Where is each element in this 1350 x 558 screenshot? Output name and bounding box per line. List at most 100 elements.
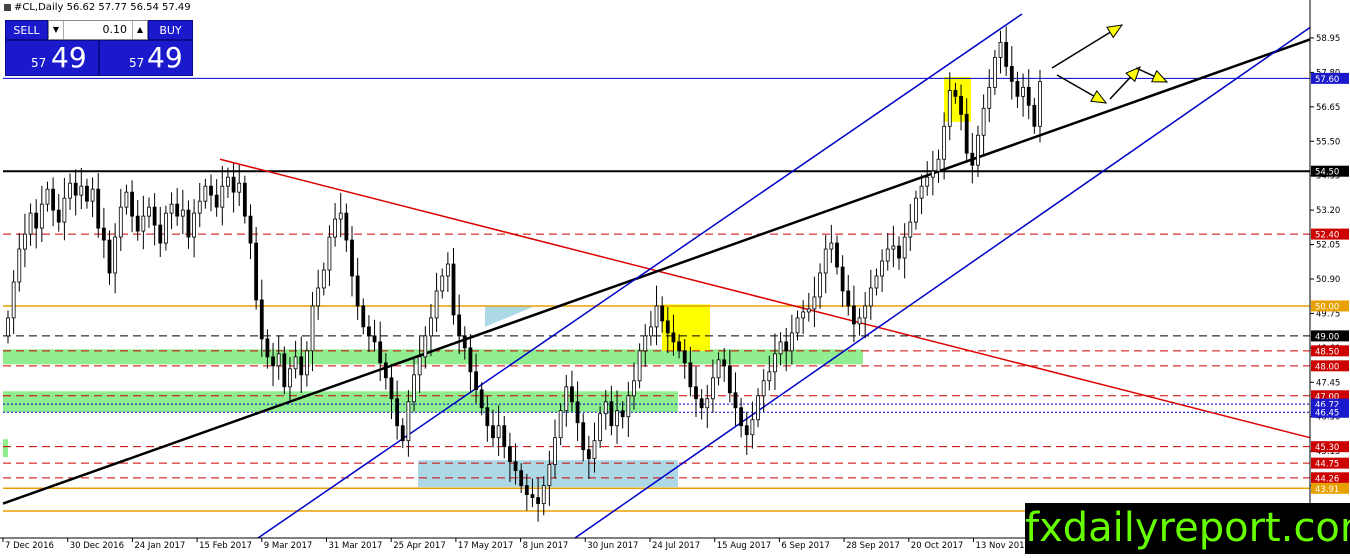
price-label-text: 50.00 [1315,302,1339,312]
candle-body-17 [101,227,106,241]
candle-body-4 [28,212,33,235]
candle-body-90 [513,461,518,472]
lot-size-value[interactable]: 0.10 [103,21,128,39]
candle-body-146 [829,242,834,250]
lot-decrease-icon[interactable]: ▼ [49,21,64,39]
y-tick-label: 53.20 [1316,206,1340,216]
price-label-text: 48.50 [1315,347,1339,357]
candle-body-180 [1021,86,1025,97]
x-tick-label: 30 Jun 2017 [587,541,638,551]
candle-body-115 [654,305,659,328]
chart-title-text: #CL,Daily 56.62 57.77 56.54 57.49 [14,2,191,13]
candle-body-144 [818,272,822,298]
candle-body-88 [502,425,507,448]
candle-body-136 [773,353,777,373]
candle-body-47 [271,356,275,367]
candle-body-177 [1004,42,1009,67]
candle-body-46 [265,338,270,358]
candle-body-65 [372,335,377,343]
candle-body-110 [626,395,631,418]
chart-icon [4,3,11,11]
chart-canvas[interactable]: 58.9557.8056.6555.5054.3553.2052.0550.90… [0,0,1350,554]
lot-size-field[interactable]: ▼ 0.10 ▲ [48,20,148,40]
candle-body-165 [936,158,941,172]
candle-body-133 [756,395,760,421]
candle-body-30 [175,203,180,217]
x-tick-label: 30 Dec 2016 [70,541,124,551]
y-tick-label: 56.65 [1316,103,1340,113]
candle-body-111 [632,380,636,397]
candle-body-22 [130,191,134,217]
candle-body-26 [152,206,157,226]
buy-price-display[interactable]: 57 49 [99,40,193,76]
candle-body-21 [124,191,129,208]
x-tick-label: 24 Jul 2017 [652,541,700,551]
candle-body-34 [197,200,202,214]
price-label-text: 45.30 [1315,443,1339,453]
x-tick-label: 15 Aug 2017 [717,541,771,551]
candle-body-5 [34,212,39,229]
candle-body-164 [930,170,935,178]
candle-body-98 [558,410,563,439]
price-label-text: 44.75 [1315,460,1339,470]
candle-body-159 [902,236,907,259]
price-label-text: 46.45 [1315,409,1339,419]
sell-price-display[interactable]: 57 49 [5,40,99,76]
candle-body-73 [417,356,422,376]
candle-body-10 [62,197,67,223]
candle-body-81 [462,335,467,349]
candle-body-44 [254,242,259,301]
sell-price-small: 57 [31,56,47,70]
candle-body-43 [248,215,253,244]
candle-body-158 [897,245,901,259]
candle-body-49 [282,353,287,388]
candle-body-50 [288,368,292,388]
candle-body-174 [987,86,992,109]
candle-body-129 [733,392,738,409]
y-tick-label: 47.45 [1316,378,1340,388]
candle-body-93 [530,494,535,498]
one-click-trading-panel: SELL ▼ 0.10 ▲ BUY 57 49 57 49 [5,20,193,76]
price-label-text: 52.40 [1315,231,1339,241]
candle-body-148 [840,266,845,292]
candle-body-150 [852,305,856,325]
candle-body-119 [677,341,681,352]
x-tick-label: 20 Oct 2017 [911,541,964,551]
candle-body-171 [970,152,975,166]
candle-body-131 [744,425,749,436]
candle-body-151 [857,317,862,325]
candle-body-167 [947,89,952,127]
candle-body-153 [868,287,873,307]
candle-body-109 [620,410,625,418]
x-tick-label: 7 Dec 2016 [5,541,54,551]
candle-body-92 [524,485,529,495]
candle-body-87 [496,425,501,439]
x-tick-label: 25 Apr 2017 [393,541,446,551]
zone-green-edge [3,439,8,458]
y-tick-label: 55.50 [1316,137,1340,147]
candle-body-125 [711,377,715,400]
x-tick-label: 9 Mar 2017 [264,541,312,551]
candle-body-162 [919,185,924,199]
candle-body-103 [586,449,591,460]
price-chart[interactable]: 58.9557.8056.6555.5054.3553.2052.0550.90… [0,0,1350,554]
candle-body-28 [164,212,168,244]
candle-body-13 [79,185,84,196]
candle-body-76 [434,290,439,319]
candle-body-48 [276,353,281,367]
candle-body-39 [226,176,230,187]
candle-body-134 [761,380,766,397]
candle-body-160 [908,221,913,238]
candle-body-114 [648,326,653,337]
candle-body-16 [96,188,101,229]
candle-body-14 [85,185,89,202]
candle-body-29 [169,203,174,214]
candle-body-132 [750,419,755,436]
candle-body-100 [570,386,574,403]
x-tick-label: 8 Jun 2017 [523,541,569,551]
candle-body-121 [688,362,693,388]
candle-body-42 [242,182,247,217]
buy-button[interactable]: BUY [148,20,193,40]
sell-button[interactable]: SELL [5,20,48,40]
lot-increase-icon[interactable]: ▲ [132,21,147,39]
